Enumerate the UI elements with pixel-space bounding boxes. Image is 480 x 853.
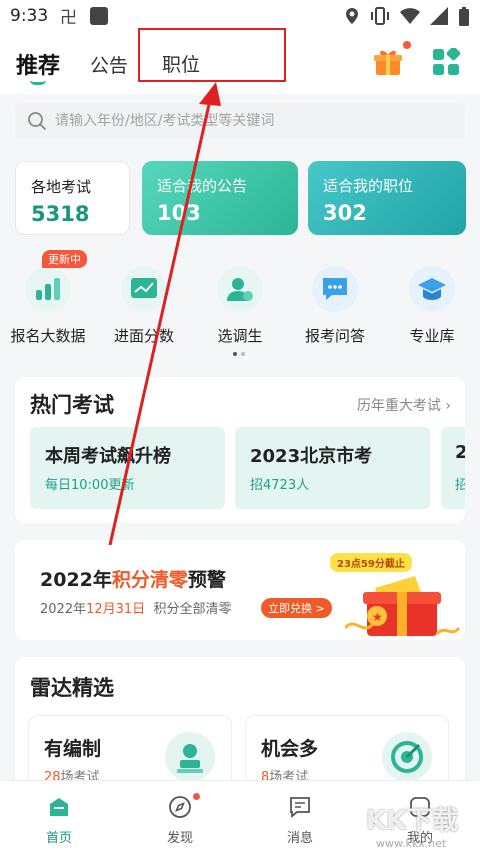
tabbar-messages[interactable]: 消息 (270, 795, 330, 846)
quick-entry-interview-score[interactable]: 进面分数 (99, 258, 189, 346)
tab-active-indicator (30, 80, 46, 85)
tabbar-label: 消息 (286, 831, 313, 846)
hot-exam-sub: 招 (455, 478, 465, 493)
gift-box-illustration-icon: ★ (345, 576, 460, 636)
hot-exam-title: 2023北京市考 (250, 446, 373, 467)
compass-icon (169, 796, 191, 818)
hot-exam-sub: 每日10:00更新 (45, 478, 135, 493)
promo-subtitle: 2022年12月31日 积分全部清零 (40, 602, 232, 617)
annotation-highlight-box (138, 28, 286, 82)
radar-card-title: 有编制 (44, 738, 102, 760)
tab-announcement[interactable]: 公告 (90, 51, 128, 78)
card-my-announcements[interactable]: 适合我的公告 103 (142, 161, 298, 235)
hot-exams-title: 热门考试 (30, 393, 114, 417)
watermark-url: www.kkx.net (376, 837, 447, 850)
quick-entry-label: 选调生 (217, 327, 263, 345)
graduation-cap-icon (409, 266, 455, 312)
tabbar-label: 首页 (45, 831, 72, 846)
radar-picks-panel: 雷达精选 有编制 28场考试 机会多 8场考试 (15, 657, 465, 795)
square-notification-icon (90, 7, 108, 25)
home-icon (50, 798, 68, 816)
promo-title: 2022年积分清零预警 (40, 569, 226, 591)
discover-notification-dot (193, 793, 200, 800)
card-title: 各地考试 (31, 178, 92, 196)
quick-entry-label: 进面分数 (113, 327, 174, 345)
message-icon (290, 797, 310, 818)
quick-entry-major-library[interactable]: 专业库 (387, 258, 477, 346)
radar-title: 雷达精选 (30, 676, 114, 700)
tabbar-label: 发现 (166, 831, 193, 846)
gift-icon[interactable] (373, 47, 403, 77)
svg-text:★: ★ (372, 610, 383, 624)
quick-entry-label: 专业库 (409, 327, 455, 345)
radar-card-title: 机会多 (261, 738, 319, 760)
card-my-positions[interactable]: 适合我的职位 302 (308, 161, 466, 235)
apps-grid-icon[interactable] (432, 48, 460, 76)
hot-exam-title: 本周考试飙升榜 (45, 446, 171, 467)
points-promo-banner[interactable]: 2022年积分清零预警 2022年12月31日 积分全部清零 立即兑换 > 23… (15, 540, 465, 640)
target-icon (382, 732, 432, 782)
card-title: 适合我的公告 (157, 177, 248, 195)
gift-notification-dot (403, 41, 411, 49)
quick-entry-label: 报考问答 (304, 327, 365, 345)
line-chart-icon (121, 266, 167, 312)
person-icon (217, 266, 263, 312)
status-right-icons (344, 7, 470, 27)
hot-exam-card[interactable]: 本周考试飙升榜 每日10:00更新 (30, 427, 225, 509)
status-left-icons: 卍 (60, 7, 108, 27)
search-bar[interactable] (15, 103, 465, 139)
quick-entry-row: 报名大数据 进面分数 选调生 报考问答 专业库 (0, 258, 480, 348)
hot-exam-title: 2 (455, 442, 465, 463)
quick-entry-qa[interactable]: 报考问答 (290, 258, 380, 346)
vibrate-icon (371, 7, 389, 25)
location-icon (346, 8, 358, 24)
card-value: 103 (157, 201, 201, 225)
watermark-logo: KK下载 (366, 806, 459, 836)
quick-entry-label: 报名大数据 (10, 327, 86, 345)
tabbar-discover[interactable]: 发现 (150, 795, 210, 846)
wifi-icon (400, 8, 420, 24)
badge-person-icon (165, 732, 215, 782)
card-all-exams[interactable]: 各地考试 5318 (15, 161, 130, 235)
quick-entry-registration-data[interactable]: 报名大数据 (3, 258, 93, 346)
hot-exams-more-link[interactable]: 历年重大考试 › (357, 395, 451, 415)
tab-recommend[interactable]: 推荐 (16, 48, 60, 80)
search-icon (28, 112, 47, 131)
status-time: 9:33 (10, 6, 49, 26)
chat-icon (312, 266, 358, 312)
redeem-button[interactable]: 立即兑换 > (261, 598, 332, 618)
updating-badge: 更新中 (42, 250, 87, 268)
svg-text:卍: 卍 (60, 8, 77, 27)
hot-exams-panel: 热门考试 历年重大考试 › 本周考试飙升榜 每日10:00更新 2023北京市考… (15, 377, 465, 523)
card-title: 适合我的职位 (323, 177, 414, 195)
app-notification-icon: 卍 (60, 8, 77, 27)
signal-icon (430, 7, 448, 25)
bar-chart-icon (25, 266, 71, 312)
page-indicator (233, 352, 245, 356)
card-value: 302 (323, 201, 367, 225)
battery-icon (459, 7, 469, 26)
card-value: 5318 (31, 202, 90, 226)
search-input[interactable] (55, 109, 455, 133)
tabbar-home[interactable]: 首页 (29, 795, 89, 846)
hot-exam-card[interactable]: 2 招 (441, 427, 465, 509)
quick-entry-selected-graduates[interactable]: 选调生 (195, 258, 285, 346)
hot-exam-card[interactable]: 2023北京市考 招4723人 (235, 427, 430, 509)
hot-exam-sub: 招4723人 (250, 478, 310, 493)
